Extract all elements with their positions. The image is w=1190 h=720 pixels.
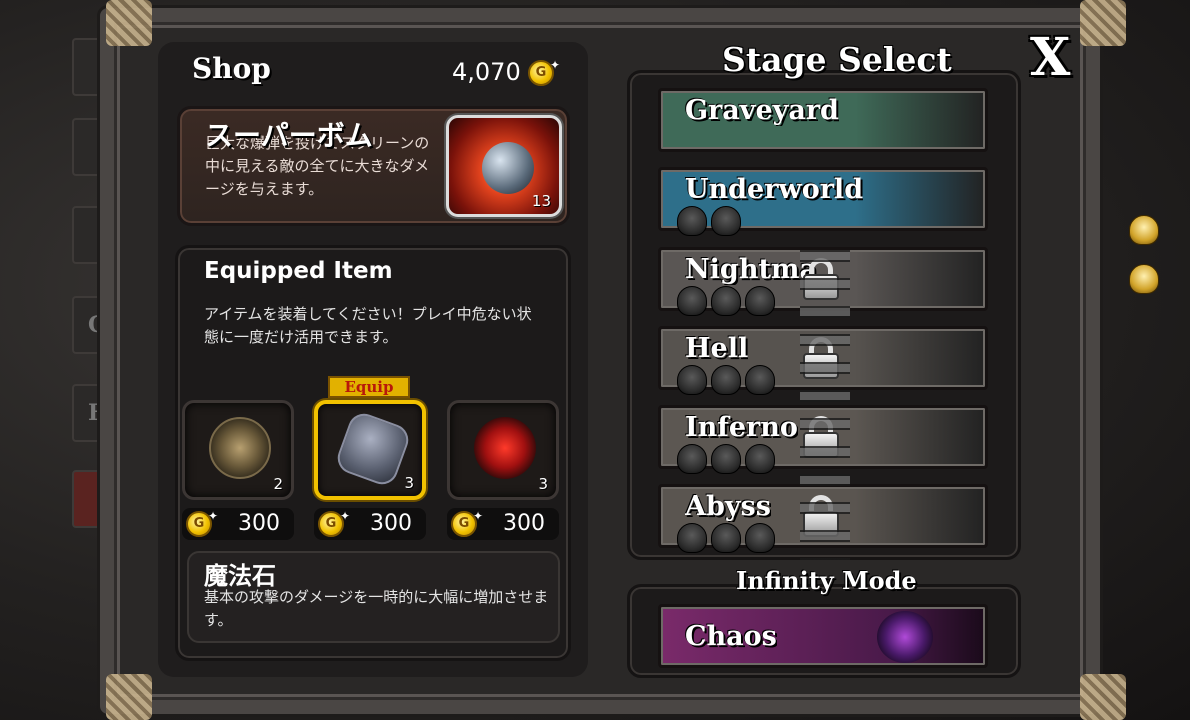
item-count: 3 (538, 475, 548, 493)
stage-name: Chaos (685, 621, 777, 652)
dark-skull-icon (745, 444, 775, 474)
dark-skull-icon (677, 523, 707, 553)
price-tag-2[interactable]: G 300 (314, 505, 426, 540)
rope-corner (106, 0, 152, 46)
dark-skull-icon (745, 286, 775, 316)
gold-amount: 4,070 (452, 58, 521, 86)
gold-coin-icon: G (318, 505, 350, 537)
gold-skull-icon (1129, 215, 1159, 245)
item-slot-1[interactable]: 2 (182, 400, 294, 500)
dark-skull-icon (745, 523, 775, 553)
dark-skull-icon (745, 365, 775, 395)
equip-tag: Equip (328, 376, 410, 398)
dark-skull-icon (711, 206, 741, 236)
rope-corner (1080, 0, 1126, 46)
price-tag-3[interactable]: G 300 (447, 505, 559, 540)
dark-skull-icon (711, 365, 741, 395)
magic-stone-icon (333, 409, 413, 489)
rope-corner (106, 674, 152, 720)
gold-skull-icon (1129, 264, 1159, 294)
gold-coin-icon: G (528, 54, 560, 86)
skull-rating (677, 523, 775, 553)
stage-graveyard[interactable]: Graveyard (658, 88, 1159, 245)
demon-mask-icon (474, 417, 536, 479)
skull-rating (677, 444, 775, 474)
featured-item-name: スーパーボム (205, 119, 373, 152)
item-price: 300 (503, 511, 545, 536)
gold-coin-icon: G (451, 505, 483, 537)
stage-name: Hell (685, 333, 749, 364)
stage-name: Graveyard (685, 95, 839, 126)
super-bomb-icon[interactable]: 13 (446, 115, 562, 217)
stage-underworld[interactable]: Underworld (658, 167, 1159, 294)
stage-name: Inferno (685, 412, 798, 443)
dark-skull-icon (711, 444, 741, 474)
item-count: 3 (404, 474, 414, 492)
item-slot-2[interactable]: 3 (314, 400, 426, 500)
dark-skull-icon (677, 444, 707, 474)
item-count: 2 (273, 475, 283, 493)
skull-rating (677, 206, 1159, 294)
dark-skull-icon (677, 365, 707, 395)
stage-chaos[interactable]: Chaos (658, 604, 988, 668)
dark-skull-icon (677, 206, 707, 236)
selected-item-description: 基本の攻撃のダメージを一時的に大幅に増加させます。 (204, 588, 549, 629)
bomb-graphic (482, 142, 534, 194)
dark-skull-icon (711, 523, 741, 553)
item-slot-3[interactable]: 3 (447, 400, 559, 500)
skull-rating (677, 286, 775, 316)
close-button[interactable]: X (1030, 30, 1070, 86)
item-price: 300 (370, 511, 412, 536)
equipped-item-description: アイテムを装着してください！プレイ中危ない状態に一度だけ活用できます。 (204, 305, 532, 346)
chain-graphic (800, 240, 850, 560)
stage-select-title: Stage Select (722, 40, 952, 79)
infinity-mode-title: Infinity Mode (736, 566, 917, 595)
skull-rating (677, 365, 775, 395)
stage-name: Nightma (685, 254, 817, 285)
stage-name: Underworld (685, 174, 864, 205)
stage-name: Abyss (685, 491, 771, 522)
featured-item-count: 13 (531, 192, 551, 210)
gold-balance: 4,070 G (452, 54, 560, 86)
dark-skull-icon (677, 286, 707, 316)
equipped-item-title: Equipped Item (204, 258, 393, 284)
rope-corner (1080, 674, 1126, 720)
price-tag-1[interactable]: G 300 (182, 505, 294, 540)
item-price: 300 (238, 511, 280, 536)
rune-medallion-icon (209, 417, 271, 479)
gold-coin-icon: G (186, 505, 218, 537)
dark-skull-icon (711, 286, 741, 316)
chaos-vortex-icon (877, 611, 933, 663)
shop-title: Shop (192, 52, 271, 85)
